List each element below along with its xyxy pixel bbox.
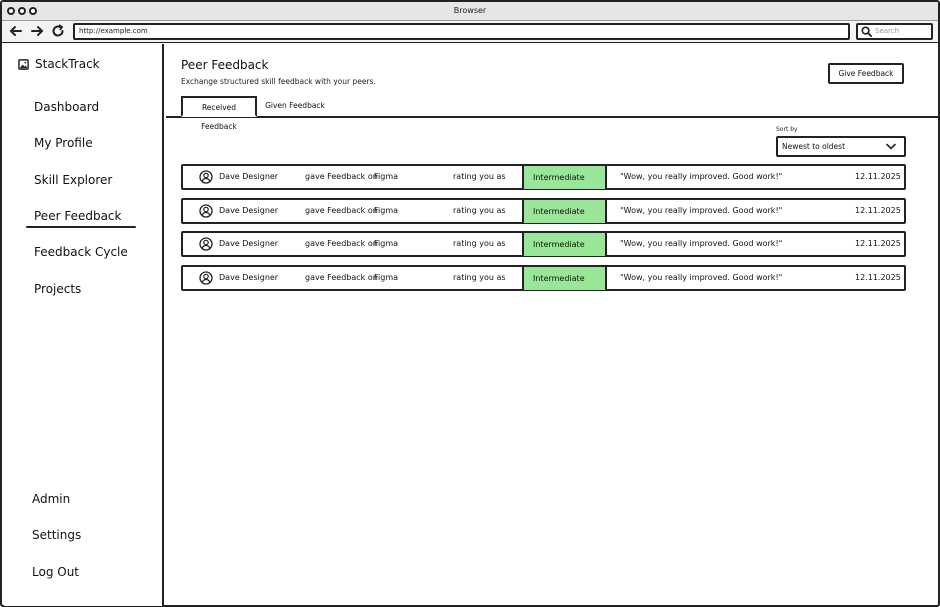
window-title: Browser — [453, 6, 487, 15]
url-bar[interactable]: http://example.com — [73, 23, 850, 40]
feedback-date: 12.11.2025 — [855, 206, 901, 215]
feedback-verb: gave Feedback on — [305, 239, 378, 248]
search-icon — [861, 26, 872, 37]
rating-text: rating you as — [453, 239, 506, 248]
chevron-down-icon — [886, 143, 896, 150]
browser-search-input[interactable]: Search — [856, 23, 933, 40]
browser-toolbar: http://example.com Search — [2, 21, 938, 43]
feedback-comment: "Wow, you really improved. Good work!" — [620, 239, 783, 248]
level-badge: Intermediate — [522, 232, 607, 256]
sort-value: Newest to oldest — [782, 142, 846, 151]
skill-name[interactable]: Figma — [374, 233, 398, 255]
page-subtitle: Exchange structured skill feedback with … — [181, 77, 376, 86]
feedback-row[interactable]: Dave Designer gave Feedback on Figma rat… — [181, 164, 906, 190]
skill-name[interactable]: Figma — [374, 166, 398, 188]
feedback-verb: gave Feedback on — [305, 273, 378, 282]
reviewer-name[interactable]: Dave Designer — [219, 233, 278, 255]
reviewer-name[interactable]: Dave Designer — [219, 166, 278, 188]
feedback-comment: "Wow, you really improved. Good work!" — [620, 206, 783, 215]
user-circle-icon — [199, 170, 213, 184]
tab-received-feedback[interactable]: Received Feedback — [181, 96, 257, 131]
feedback-row[interactable]: Dave Designer gave Feedback on Figma rat… — [181, 231, 906, 257]
feedback-comment: "Wow, you really improved. Good work!" — [620, 273, 783, 282]
reload-icon[interactable] — [50, 24, 66, 40]
browser-window: Browser http://example.com Search StackT… — [0, 0, 940, 607]
sidebar-item-peer-feedback[interactable]: Peer Feedback — [34, 209, 121, 223]
sidebar-item-skill-explorer[interactable]: Skill Explorer — [34, 173, 112, 187]
feedback-comment: "Wow, you really improved. Good work!" — [620, 172, 783, 181]
sidebar-item-feedback-cycle[interactable]: Feedback Cycle — [34, 245, 128, 259]
sidebar-item-settings[interactable]: Settings — [32, 528, 81, 542]
sidebar-item-projects[interactable]: Projects — [34, 282, 81, 296]
give-feedback-button[interactable]: Give Feedback — [828, 63, 904, 84]
skill-name[interactable]: Figma — [374, 200, 398, 222]
sort-select[interactable]: Newest to oldest — [776, 136, 906, 157]
search-placeholder: Search — [875, 27, 900, 35]
back-arrow-icon[interactable] — [8, 24, 24, 40]
image-icon — [18, 58, 29, 70]
reviewer-name[interactable]: Dave Designer — [219, 200, 278, 222]
tab-given-feedback[interactable]: Given Feedback — [262, 96, 328, 117]
page-title: Peer Feedback — [181, 58, 269, 72]
active-item-underline — [26, 226, 136, 228]
sidebar: StackTrack Dashboard My Profile Skill Ex… — [4, 44, 164, 606]
level-badge: Intermediate — [522, 165, 607, 189]
feedback-row[interactable]: Dave Designer gave Feedback on Figma rat… — [181, 198, 906, 224]
sidebar-item-dashboard[interactable]: Dashboard — [34, 100, 99, 114]
feedback-date: 12.11.2025 — [855, 239, 901, 248]
reviewer-name[interactable]: Dave Designer — [219, 267, 278, 289]
user-circle-icon — [199, 271, 213, 285]
sidebar-item-my-profile[interactable]: My Profile — [34, 136, 93, 150]
main-content: Peer Feedback Exchange structured skill … — [166, 44, 940, 606]
sort-label: Sort by — [776, 126, 798, 133]
feedback-row[interactable]: Dave Designer gave Feedback on Figma rat… — [181, 265, 906, 291]
sidebar-item-log-out[interactable]: Log Out — [32, 565, 79, 579]
feedback-date: 12.11.2025 — [855, 273, 901, 282]
rating-text: rating you as — [453, 172, 506, 181]
feedback-date: 12.11.2025 — [855, 172, 901, 181]
sidebar-item-admin[interactable]: Admin — [32, 492, 70, 506]
feedback-verb: gave Feedback on — [305, 172, 378, 181]
brand[interactable]: StackTrack — [18, 56, 100, 72]
feedback-verb: gave Feedback on — [305, 206, 378, 215]
level-badge: Intermediate — [522, 199, 607, 223]
rating-text: rating you as — [453, 206, 506, 215]
forward-arrow-icon[interactable] — [29, 24, 45, 40]
rating-text: rating you as — [453, 273, 506, 282]
skill-name[interactable]: Figma — [374, 267, 398, 289]
user-circle-icon — [199, 237, 213, 251]
brand-name: StackTrack — [35, 57, 100, 71]
user-circle-icon — [199, 204, 213, 218]
title-bar: Browser — [2, 2, 938, 21]
level-badge: Intermediate — [522, 266, 607, 290]
